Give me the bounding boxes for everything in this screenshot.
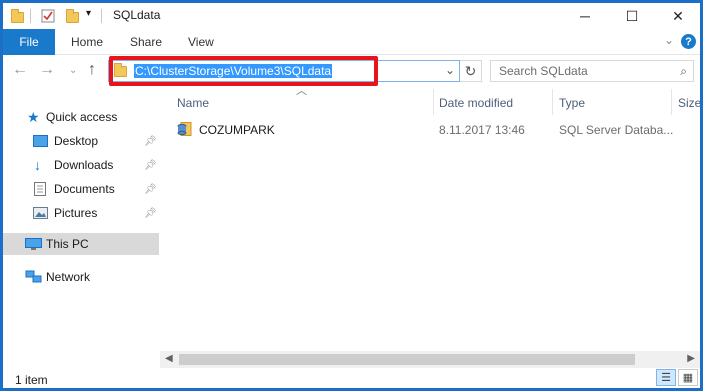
annotation-highlight-box	[109, 56, 378, 86]
up-arrow-icon[interactable]: ↑	[88, 61, 96, 79]
desktop-icon	[33, 135, 48, 147]
pin-icon[interactable]: 📌︎	[144, 184, 157, 195]
refresh-icon[interactable]: ↻	[460, 60, 482, 82]
pin-icon[interactable]: 📌︎	[144, 208, 157, 219]
scrollbar-thumb[interactable]	[179, 354, 635, 365]
forward-arrow-icon[interactable]: →	[39, 61, 55, 79]
navigation-pane: ★ Quick access Desktop 📌︎ ↓ Downloads 📌︎…	[3, 87, 159, 371]
database-file-icon	[177, 122, 192, 137]
expand-ribbon-icon[interactable]: ⌄	[664, 33, 674, 47]
column-divider[interactable]	[552, 89, 553, 115]
pictures-icon	[33, 207, 48, 219]
sidebar-item-label: Documents	[54, 182, 115, 196]
scroll-left-icon[interactable]: ◀	[165, 353, 173, 364]
sidebar-item-documents[interactable]: Documents 📌︎	[3, 178, 159, 200]
minimize-button[interactable]: ─	[562, 3, 608, 29]
sidebar-item-pictures[interactable]: Pictures 📌︎	[3, 202, 159, 224]
folder-icon	[11, 9, 24, 23]
sidebar-item-desktop[interactable]: Desktop 📌︎	[3, 130, 159, 152]
tab-view[interactable]: View	[188, 35, 214, 49]
sidebar-item-network[interactable]: Network	[3, 266, 159, 288]
file-list: ︿ Name Date modified Type Size COZUMPARK…	[160, 85, 700, 351]
column-header-type[interactable]: Type	[559, 91, 585, 115]
scroll-right-icon[interactable]: ▶	[687, 353, 695, 364]
download-icon: ↓	[34, 157, 41, 173]
details-view-icon[interactable]: ☰	[656, 369, 676, 386]
column-divider[interactable]	[671, 89, 672, 115]
sidebar-item-label: Desktop	[54, 134, 99, 148]
window-title: SQLdata	[113, 8, 161, 22]
sidebar-item-downloads[interactable]: ↓ Downloads 📌︎	[3, 154, 159, 176]
customize-toolbar-icon[interactable]: ▾	[86, 8, 91, 24]
item-count: 1 item	[15, 373, 48, 387]
divider	[101, 9, 102, 23]
search-placeholder: Search SQLdata	[499, 64, 588, 78]
help-icon[interactable]: ?	[681, 34, 696, 49]
column-divider[interactable]	[433, 89, 434, 115]
tab-share[interactable]: Share	[130, 35, 162, 49]
pin-icon[interactable]: 📌︎	[144, 160, 157, 171]
search-input[interactable]: Search SQLdata ⌕	[490, 60, 694, 82]
status-bar: 1 item ☰ ▦	[3, 368, 700, 388]
file-type: SQL Server Databa...	[559, 123, 674, 137]
star-icon: ★	[27, 108, 40, 125]
new-folder-icon[interactable]	[66, 9, 79, 23]
sidebar-item-this-pc[interactable]: This PC	[3, 233, 159, 255]
file-name: COZUMPARK	[199, 123, 275, 137]
network-icon	[25, 270, 42, 284]
sidebar-item-label: This PC	[46, 237, 89, 251]
chevron-down-icon[interactable]: ⌄	[445, 63, 455, 77]
sidebar-item-label: Quick access	[46, 110, 118, 124]
computer-icon	[25, 238, 42, 251]
table-row[interactable]: COZUMPARK 8.11.2017 13:46 SQL Server Dat…	[160, 119, 700, 141]
file-date-modified: 8.11.2017 13:46	[439, 123, 525, 137]
sidebar-item-quick-access[interactable]: ★ Quick access	[3, 106, 159, 128]
column-header-size[interactable]: Size	[678, 91, 700, 115]
divider	[30, 9, 31, 23]
maximize-button[interactable]: ☐	[609, 3, 655, 29]
large-icons-view-icon[interactable]: ▦	[678, 369, 698, 386]
horizontal-scrollbar[interactable]: ◀ ▶	[160, 351, 700, 368]
pin-icon[interactable]: 📌︎	[144, 136, 157, 147]
search-icon[interactable]: ⌕	[680, 64, 687, 79]
ribbon: File Home Share View ⌄ ?	[3, 29, 700, 55]
tab-file[interactable]: File	[3, 29, 55, 55]
recent-locations-icon[interactable]: ⌄	[69, 65, 77, 76]
column-header-date-modified[interactable]: Date modified	[439, 91, 513, 115]
document-icon	[34, 182, 46, 196]
column-header-name[interactable]: Name	[177, 91, 209, 115]
sidebar-item-label: Downloads	[54, 158, 114, 172]
properties-icon[interactable]	[41, 9, 55, 25]
close-button[interactable]: ✕	[655, 3, 701, 29]
title-bar: ▾ SQLdata ─ ☐ ✕	[3, 3, 700, 29]
sidebar-item-label: Pictures	[54, 206, 98, 220]
tab-home[interactable]: Home	[71, 35, 103, 49]
sidebar-item-label: Network	[46, 270, 91, 284]
back-arrow-icon[interactable]: ←	[12, 61, 28, 79]
sort-ascending-icon: ︿	[296, 85, 307, 97]
